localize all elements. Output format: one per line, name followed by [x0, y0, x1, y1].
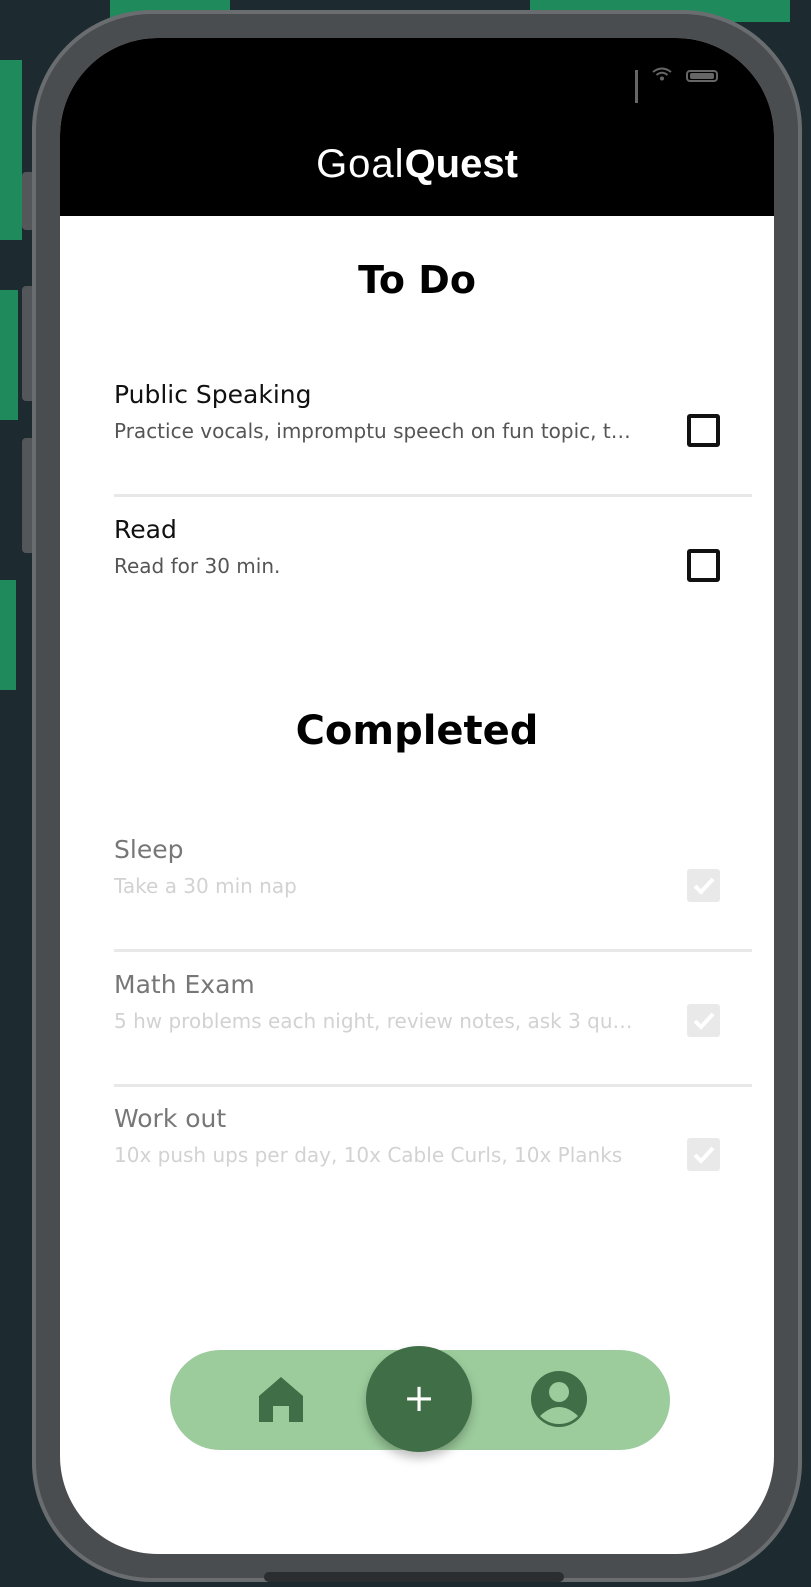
status-bar: [635, 66, 718, 103]
background-shape: [0, 290, 18, 420]
task-description: Take a 30 min nap: [114, 874, 297, 898]
task-description: 5 hw problems each night, review notes, …: [114, 1009, 633, 1033]
todo-item[interactable]: Public Speaking Practice vocals, impromp…: [114, 380, 754, 500]
add-task-button[interactable]: +: [366, 1346, 472, 1452]
task-title: Public Speaking: [114, 380, 312, 409]
app-header: GoalQuest: [60, 38, 774, 216]
completed-item[interactable]: Sleep Take a 30 min nap: [114, 835, 754, 955]
divider: [114, 1084, 752, 1087]
completed-item[interactable]: Work out 10x push ups per day, 10x Cable…: [114, 1104, 754, 1224]
todo-heading: To Do: [358, 258, 476, 302]
task-checkbox-checked[interactable]: [687, 869, 720, 902]
completed-item[interactable]: Math Exam 5 hw problems each night, revi…: [114, 970, 754, 1090]
task-title: Work out: [114, 1104, 227, 1133]
background-shape: [0, 60, 22, 240]
app-logo-bold: Quest: [404, 142, 518, 186]
account-circle-icon[interactable]: [530, 1370, 588, 1432]
battery-icon: [686, 69, 718, 82]
checkmark-icon: [693, 1012, 715, 1030]
task-checkbox[interactable]: [687, 414, 720, 447]
home-indicator: [264, 1572, 564, 1582]
task-checkbox[interactable]: [687, 549, 720, 582]
wifi-icon: [652, 66, 672, 85]
task-checkbox-checked[interactable]: [687, 1004, 720, 1037]
app-logo: GoalQuest: [60, 142, 774, 187]
task-title: Read: [114, 515, 177, 544]
signal-icon: [635, 69, 638, 103]
phone-frame: GoalQuest To Do Public Speaking Practice…: [32, 10, 802, 1582]
task-title: Math Exam: [114, 970, 255, 999]
completed-heading: Completed: [295, 708, 539, 754]
divider: [114, 949, 752, 952]
checkmark-icon: [693, 1146, 715, 1164]
divider: [114, 494, 752, 497]
phone-screen: GoalQuest To Do Public Speaking Practice…: [60, 38, 774, 1554]
checkmark-icon: [693, 877, 715, 895]
task-description: 10x push ups per day, 10x Cable Curls, 1…: [114, 1143, 623, 1167]
home-icon[interactable]: [256, 1374, 306, 1428]
todo-item[interactable]: Read Read for 30 min.: [114, 515, 754, 635]
task-description: Read for 30 min.: [114, 554, 281, 578]
app-logo-light: Goal: [316, 142, 405, 186]
background-shape: [0, 580, 16, 690]
task-checkbox-checked[interactable]: [687, 1138, 720, 1171]
task-description: Practice vocals, impromptu speech on fun…: [114, 419, 631, 443]
task-title: Sleep: [114, 835, 184, 864]
